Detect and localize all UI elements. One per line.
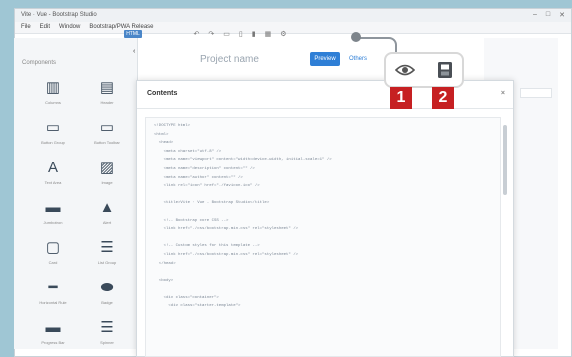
contents-dialog: Contents × <!DOCTYPE html> <html> <head>… bbox=[136, 80, 514, 357]
component-label: Columns bbox=[45, 100, 61, 105]
menu-edit[interactable]: Edit bbox=[40, 24, 50, 31]
component-label: Badge bbox=[101, 300, 113, 305]
component-label: Alert bbox=[102, 220, 112, 225]
horizontal-rule-icon: ━ bbox=[48, 279, 58, 296]
component-label: Horizontal Rule bbox=[39, 300, 67, 305]
component-label: List Group bbox=[97, 260, 117, 265]
component-item[interactable]: ⬬ Badge bbox=[80, 278, 134, 312]
alert-icon: ▲ bbox=[99, 199, 115, 216]
window-title: Vite · Vue - Bootstrap Studio bbox=[21, 12, 97, 18]
component-label: Jumbotron bbox=[43, 220, 63, 225]
eye-icon bbox=[395, 64, 415, 76]
component-label: Text Area bbox=[44, 180, 62, 185]
badge-1: 1 bbox=[390, 87, 412, 109]
component-item[interactable]: ━ Horizontal Rule bbox=[26, 278, 80, 312]
image-icon: ▨ bbox=[99, 159, 115, 176]
component-label: Button Toolbar bbox=[94, 140, 120, 145]
window-controls: – □ ✕ bbox=[533, 11, 565, 19]
desktop-icon[interactable]: ▭ bbox=[223, 30, 230, 38]
component-grid: ▥ Columns ▤ Header ▭ Button Group ▭ Button Tool… bbox=[26, 78, 134, 352]
component-item[interactable]: ▲ Alert bbox=[80, 198, 134, 232]
zoom-callout bbox=[384, 52, 464, 88]
settings-icon[interactable]: ⚙ bbox=[280, 30, 286, 38]
preview-button[interactable]: Preview bbox=[310, 52, 340, 66]
component-item[interactable]: ▤ Header bbox=[80, 78, 134, 112]
component-label: Progress Bar bbox=[41, 340, 65, 345]
spinner-icon: ☰ bbox=[100, 319, 114, 336]
component-item[interactable]: ▨ Image bbox=[80, 158, 134, 192]
minimize-button[interactable]: – bbox=[533, 11, 537, 19]
component-item[interactable]: ▥ Columns bbox=[26, 78, 80, 112]
phone-icon[interactable]: ▮ bbox=[252, 30, 256, 38]
toolbar: ↶ ↷ ▭ ▯ ▮ ▦ ⚙ bbox=[120, 27, 360, 41]
properties-field[interactable] bbox=[520, 88, 552, 98]
code-view[interactable]: <!DOCTYPE html> <html> <head> <meta char… bbox=[145, 117, 501, 357]
button-group-icon: ▭ bbox=[45, 119, 61, 136]
component-item[interactable]: A Text Area bbox=[26, 158, 80, 192]
button-toolbar-icon: ▭ bbox=[99, 119, 115, 136]
jumbotron-icon: ▬ bbox=[45, 199, 61, 216]
text-icon: A bbox=[47, 159, 58, 176]
header-icon: ▤ bbox=[99, 79, 115, 96]
menu-window[interactable]: Window bbox=[59, 24, 80, 31]
components-sidebar: ‹ Components ▥ Columns ▤ Header ▭ Button Grou… bbox=[14, 38, 138, 349]
scrollbar[interactable] bbox=[503, 125, 507, 195]
maximize-button[interactable]: □ bbox=[546, 11, 550, 19]
callout-connector bbox=[357, 37, 397, 53]
component-label: Card bbox=[48, 260, 58, 265]
redo-icon[interactable]: ↷ bbox=[208, 30, 214, 38]
component-item[interactable]: ▬ Progress Bar bbox=[26, 318, 80, 352]
others-button[interactable]: Others bbox=[343, 52, 373, 66]
close-button[interactable]: ✕ bbox=[559, 11, 565, 19]
project-name: Project name bbox=[200, 54, 259, 65]
collapse-icon[interactable]: ‹ bbox=[133, 48, 135, 55]
export-button[interactable] bbox=[426, 54, 464, 86]
card-icon: ▢ bbox=[45, 239, 61, 256]
callout-dot bbox=[351, 32, 361, 42]
component-item[interactable]: ☰ List Group bbox=[80, 238, 134, 272]
tablet-icon[interactable]: ▯ bbox=[239, 30, 243, 38]
component-label: Image bbox=[101, 180, 113, 185]
component-item[interactable]: ▬ Jumbotron bbox=[26, 198, 80, 232]
export-icon bbox=[438, 62, 452, 78]
badge-2: 2 bbox=[432, 87, 454, 109]
component-label: Spinner bbox=[100, 340, 114, 345]
component-item[interactable]: ☰ Spinner bbox=[80, 318, 134, 352]
columns-icon: ▥ bbox=[45, 79, 61, 96]
component-item[interactable]: ▭ Button Toolbar bbox=[80, 118, 134, 152]
close-icon[interactable]: × bbox=[501, 90, 505, 97]
component-item[interactable]: ▢ Card bbox=[26, 238, 80, 272]
badge-icon: ⬬ bbox=[100, 279, 114, 296]
menu-file[interactable]: File bbox=[21, 24, 31, 31]
dialog-title: Contents bbox=[147, 90, 178, 97]
component-label: Button Group bbox=[41, 140, 65, 145]
preview-eye-button[interactable] bbox=[386, 54, 424, 86]
sidebar-title: Components bbox=[22, 60, 57, 66]
list-group-icon: ☰ bbox=[100, 239, 114, 256]
title-bar: Vite · Vue - Bootstrap Studio – □ ✕ bbox=[15, 9, 571, 22]
component-label: Header bbox=[100, 100, 114, 105]
component-item[interactable]: ▭ Button Group bbox=[26, 118, 80, 152]
grid-icon[interactable]: ▦ bbox=[265, 30, 272, 38]
undo-icon[interactable]: ↶ bbox=[194, 30, 200, 38]
progress-bar-icon: ▬ bbox=[45, 319, 61, 336]
